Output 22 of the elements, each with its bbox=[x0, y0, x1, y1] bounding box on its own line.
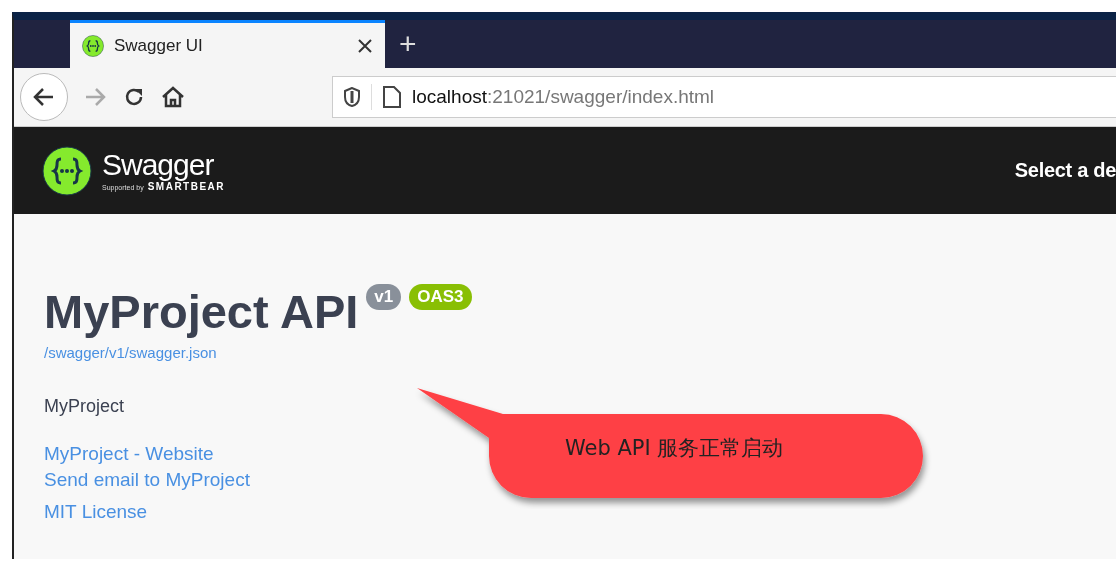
address-bar[interactable]: localhost:21021/swagger/index.html bbox=[332, 76, 1116, 118]
version-badge: OAS3 bbox=[409, 284, 472, 310]
version-badge: v1 bbox=[366, 284, 402, 310]
home-button[interactable] bbox=[160, 84, 186, 110]
shield-icon bbox=[343, 87, 361, 107]
spec-link[interactable]: /swagger/v1/swagger.json bbox=[44, 340, 217, 366]
back-button[interactable] bbox=[20, 73, 68, 121]
api-title: MyProject API bbox=[44, 284, 359, 340]
license-link[interactable]: MIT License bbox=[44, 499, 148, 525]
api-description: MyProject bbox=[44, 396, 124, 417]
company-name: SMARTBEAR bbox=[147, 181, 226, 192]
callout-text: Web API 服务正常启动 bbox=[565, 435, 784, 462]
brand-name: Swagger bbox=[102, 149, 214, 181]
swagger-logo-icon bbox=[82, 34, 104, 57]
info-link[interactable]: Send email to MyProject bbox=[44, 467, 250, 493]
info-link[interactable]: MyProject - Website bbox=[44, 441, 214, 467]
browser-tab[interactable]: Swagger UI bbox=[70, 20, 385, 68]
swagger-logo-icon bbox=[42, 145, 92, 196]
page-icon bbox=[382, 85, 402, 109]
new-tab-button[interactable]: + bbox=[385, 20, 431, 68]
definition-label: Select a de bbox=[1014, 159, 1116, 182]
close-icon[interactable] bbox=[357, 37, 373, 54]
